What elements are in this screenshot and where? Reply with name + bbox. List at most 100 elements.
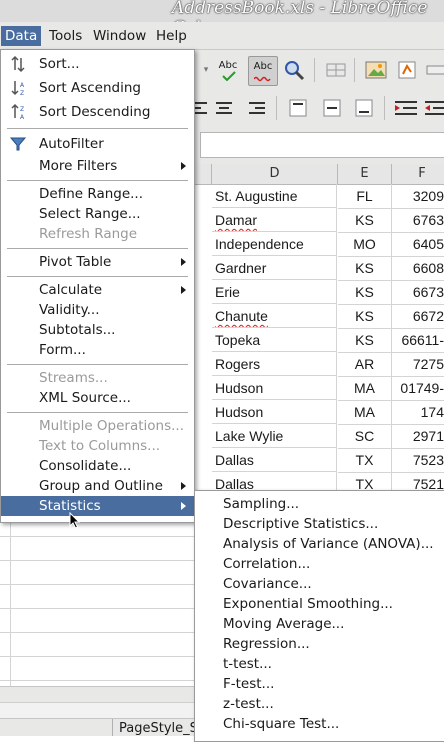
cell-zip[interactable]: 6673 [392,280,444,305]
autospellcheck-button[interactable]: Abc [248,56,278,86]
cell-city[interactable]: Dallas [212,448,337,472]
sort-descending-icon: ZA [11,103,25,121]
menu-item-more-filters[interactable]: More Filters [1,156,194,176]
menu-item-sort-ascending[interactable]: AZ Sort Ascending [1,78,194,98]
cell-state[interactable]: KS [338,256,392,281]
menu-help[interactable]: Help [152,26,191,46]
menu-item-form[interactable]: Form... [1,340,194,360]
cell-zip[interactable]: 7275 [392,352,444,377]
formula-input[interactable] [200,132,444,158]
cell-city[interactable]: Topeka [212,328,337,352]
menu-item-refresh-range: Refresh Range [39,226,138,242]
cell-zip[interactable]: 3209 [392,184,444,209]
cell-zip[interactable]: 6405 [392,232,444,257]
cell-state[interactable]: SC [338,424,392,449]
spelling-button[interactable]: Abc [216,58,240,82]
cell-zip[interactable]: 66611- [392,328,444,353]
grid-lines-icon[interactable] [324,58,348,82]
align-right-icon[interactable] [244,96,268,120]
cell-city[interactable]: Independence [212,232,337,256]
cell-state[interactable]: TX [338,448,392,473]
menu-data[interactable]: Data [1,26,42,46]
menu-bar: Data Tools Window Help [0,22,444,50]
menu-item-covariance[interactable]: Covariance... [195,574,444,594]
menu-item-group-and-outline[interactable]: Group and Outline [1,476,194,496]
cell-city[interactable]: Chanute [212,304,337,328]
menu-window[interactable]: Window [89,26,150,46]
cell-state[interactable]: KS [338,280,392,305]
menu-tools[interactable]: Tools [45,26,86,46]
cell-zip[interactable]: 6763 [392,208,444,233]
column-header-f[interactable]: F [392,164,444,184]
cell-state[interactable]: FL [338,184,392,209]
menu-item-statistics[interactable]: Statistics [1,496,194,516]
statistics-submenu: Sampling... Descriptive Statistics... An… [194,490,444,742]
cell-city[interactable]: Gardner [212,256,337,280]
align-bottom-icon[interactable] [352,96,376,120]
column-header-e[interactable]: E [338,164,392,184]
cell-city[interactable]: St. Augustine [212,184,337,208]
menu-item-subtotals[interactable]: Subtotals... [1,320,194,340]
menu-item-anova[interactable]: Analysis of Variance (ANOVA)... [195,534,444,554]
menu-item-text-to-columns: Text to Columns... [39,438,161,454]
decrease-indent-icon[interactable] [424,96,444,120]
toolbar-separator [314,58,315,82]
menu-item-pivot-table[interactable]: Pivot Table [1,252,194,272]
menu-item-select-range[interactable]: Select Range... [1,204,194,224]
cell-state[interactable]: KS [338,304,392,329]
grid-col-line [10,516,11,686]
increase-indent-icon[interactable] [394,96,418,120]
align-center-icon[interactable] [212,96,236,120]
find-replace-icon[interactable] [282,58,306,82]
insert-chart-icon[interactable] [396,58,420,82]
menu-item-xml-source[interactable]: XML Source... [1,388,194,408]
menu-item-z-test[interactable]: z-test... [195,694,444,714]
menu-item-t-test[interactable]: t-test... [195,654,444,674]
cell-city[interactable]: Rogers [212,352,337,376]
cell-zip[interactable]: 174 [392,400,444,425]
wavy-underline-icon [254,76,271,82]
menu-item-autofilter[interactable]: AutoFilter [1,134,194,154]
menu-item-sort-descending[interactable]: ZA Sort Descending [1,102,194,122]
cell-zip[interactable]: 01749- [392,376,444,401]
cell-city[interactable]: Lake Wylie [212,424,337,448]
menu-item-chi-square-test[interactable]: Chi-square Test... [195,714,444,734]
cell-state[interactable]: KS [338,208,392,233]
cell-state[interactable]: MA [338,376,392,401]
menu-item-consolidate[interactable]: Consolidate... [1,456,194,476]
cell-city[interactable]: Erie [212,280,337,304]
cell-state[interactable]: MO [338,232,392,257]
cell-state[interactable]: KS [338,328,392,353]
submenu-arrow-icon [181,482,186,490]
menu-item-calculate[interactable]: Calculate [1,280,194,300]
cell-city[interactable]: Damar [212,208,337,232]
more-tools-icon[interactable] [424,58,444,82]
svg-text:Z: Z [20,106,24,113]
menu-item-correlation[interactable]: Correlation... [195,554,444,574]
align-top-icon[interactable] [286,96,310,120]
cell-zip[interactable]: 2971 [392,424,444,449]
menu-item-exponential-smoothing[interactable]: Exponential Smoothing... [195,594,444,614]
column-header-d[interactable]: D [212,164,338,184]
menu-item-sort[interactable]: Sort... [1,54,194,74]
menu-item-f-test[interactable]: F-test... [195,674,444,694]
cell-zip[interactable]: 6608 [392,256,444,281]
cell-zip[interactable]: 7523 [392,448,444,473]
menu-item-validity[interactable]: Validity... [1,300,194,320]
cell-state[interactable]: MA [338,400,392,425]
dropdown-arrow-icon[interactable]: ▾ [194,58,218,82]
cell-city[interactable]: Hudson [212,400,337,424]
mouse-cursor-icon [69,512,81,529]
menu-item-define-range[interactable]: Define Range... [1,184,194,204]
menu-item-descriptive-statistics[interactable]: Descriptive Statistics... [195,514,444,534]
menu-item-sampling[interactable]: Sampling... [195,494,444,514]
page-style-label[interactable]: PageStyle_S [112,719,198,736]
cell-zip[interactable]: 6672 [392,304,444,329]
cell-city[interactable]: Hudson [212,376,337,400]
insert-image-icon[interactable] [364,58,388,82]
menu-item-multiple-operations: Multiple Operations... [39,418,185,434]
menu-item-regression[interactable]: Regression... [195,634,444,654]
cell-state[interactable]: AR [338,352,392,377]
menu-item-moving-average[interactable]: Moving Average... [195,614,444,634]
align-middle-icon[interactable] [320,96,344,120]
